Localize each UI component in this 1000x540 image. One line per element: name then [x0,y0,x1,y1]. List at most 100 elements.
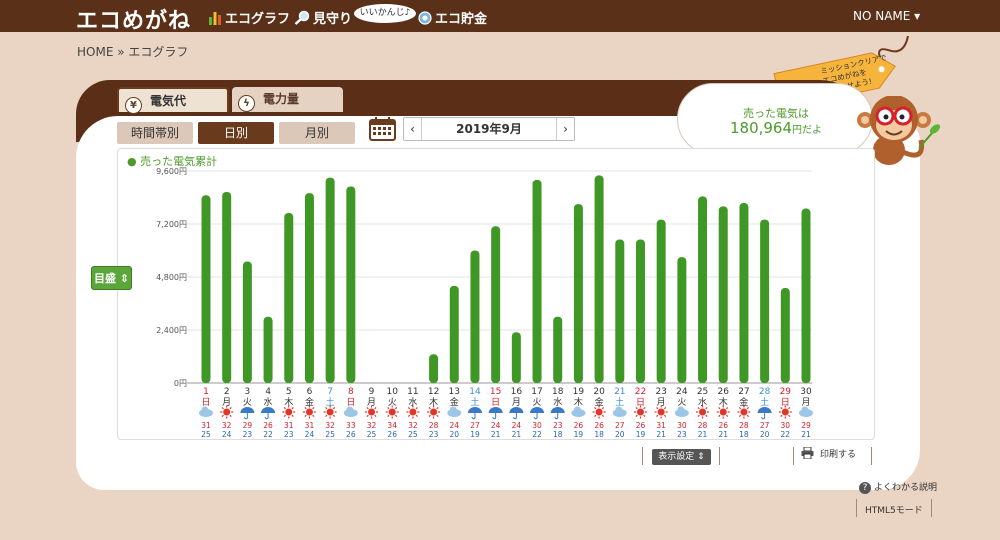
umbrella-handle-icon [554,413,559,420]
display-settings-button[interactable]: 表示設定 ⇕ [652,449,711,465]
nav-mimamori[interactable]: 見守り [294,8,352,27]
umbrella-handle-icon [533,413,538,420]
next-month-button[interactable]: › [556,118,574,140]
chart-bar [573,204,583,383]
print-button[interactable]: 印刷する [801,446,856,460]
high-temp-label: 30 [532,421,542,430]
question-icon: ? [859,482,871,494]
high-temp-label: 29 [801,421,811,430]
chart-bar [242,261,252,383]
sunny-icon [595,408,603,416]
x-day-label: 19 [573,387,585,397]
subtab-daily[interactable]: 日別 [198,122,274,144]
help-link[interactable]: ? よくわかる説明 [859,480,937,494]
chart-bar [801,208,811,383]
sold-electricity-value: 180,964 [729,119,793,137]
high-temp-label: 28 [739,421,749,430]
html5-mode-link[interactable]: HTML5モード [865,503,923,516]
chart-bar [304,193,314,383]
sold-electricity-bubble: 売った電気は 180,964円だよ [677,83,873,155]
sunny-icon [305,408,313,416]
x-day-label: 30 [800,387,812,397]
chart-bar [718,206,728,383]
chart-bar [325,177,335,383]
sun-ray-icon [229,414,232,418]
x-weekday-label: 月 [801,397,810,408]
subtab-hourly[interactable]: 時間帯別 [117,122,193,144]
low-temp-label: 26 [346,430,356,439]
x-weekday-label: 火 [677,397,686,408]
chart-bar [635,239,645,383]
sun-ray-icon [387,414,390,418]
sun-ray-icon [635,414,638,418]
x-day-label: 3 [245,387,251,397]
sunny-icon [699,408,707,416]
sunny-icon [409,408,417,416]
chart-bar [698,196,708,383]
toolbar-divider [642,447,643,465]
x-day-label: 11 [407,387,418,397]
cloud-puff-icon [573,406,581,414]
x-weekday-label: 火 [533,397,542,408]
sun-ray-icon [332,414,336,418]
breadcrumb[interactable]: HOME » エコグラフ [77,43,188,60]
tab-electricity-cost[interactable]: ¥ 電気代 [117,87,229,114]
chart-bar [532,179,542,383]
x-day-label: 18 [552,387,564,397]
low-temp-label: 22 [263,430,273,439]
low-temp-label: 21 [698,430,708,439]
toolbar-divider [719,447,720,465]
chart-bar [201,195,211,383]
x-weekday-label: 土 [470,396,479,408]
toolbar-divider [793,447,794,465]
low-temp-label: 20 [615,430,625,439]
top-nav-bar: エコめがね エコグラフ 見守り いいかんじ♪ エコ貯金 NO NAME ▾ [0,0,1000,35]
low-temp-label: 25 [408,430,418,439]
scale-toggle-button[interactable]: 目盛 ⇕ [91,266,132,290]
bar-chart-icon [209,12,221,25]
chart-bar [222,191,232,383]
nav-mimamori-label: 見守り [313,12,353,27]
sun-ray-icon [283,414,287,418]
cloud-puff-icon [201,406,209,414]
footer-divider [931,499,932,517]
x-day-label: 1 [203,387,209,397]
calendar-icon[interactable] [369,117,396,141]
chart-bar [760,219,770,383]
tab-electricity-amount[interactable]: ϟ 電力量 [232,87,343,112]
app-logo[interactable]: エコめがね [76,3,191,35]
high-temp-label: 23 [553,421,563,430]
x-day-label: 6 [307,387,313,397]
nav-eco-savings[interactable]: エコ貯金 [418,8,487,27]
yen-icon: ¥ [125,97,142,114]
high-temp-label: 31 [305,421,315,430]
nav-eco-graph[interactable]: エコグラフ [208,8,290,27]
chart-bar [656,219,666,383]
high-temp-label: 24 [491,421,501,430]
sun-ray-icon [312,414,315,418]
chart-bar [449,285,459,383]
x-day-label: 25 [697,387,708,397]
daily-bar-chart: 0円2,400円4,800円7,200円9,600円1日31252月32243火… [156,167,813,439]
x-weekday-label: 日 [491,397,500,408]
cloud-puff-icon [615,406,623,414]
sun-ray-icon [746,414,749,418]
low-temp-label: 26 [387,430,397,439]
sun-ray-icon [221,414,224,418]
high-temp-label: 32 [367,421,377,430]
high-temp-label: 34 [387,421,397,430]
chart-bar [677,257,687,383]
low-temp-label: 20 [760,430,770,439]
x-day-label: 24 [676,387,688,397]
date-navigator: ‹ 2019年9月 › [403,117,575,141]
low-temp-label: 23 [243,430,253,439]
low-temp-label: 24 [305,430,315,439]
sunny-icon [636,408,644,416]
user-menu[interactable]: NO NAME ▾ [853,9,920,23]
prev-month-button[interactable]: ‹ [404,118,422,140]
subtab-monthly[interactable]: 月別 [279,122,355,144]
x-day-label: 22 [635,387,646,397]
low-temp-label: 21 [512,430,522,439]
sunny-icon [368,408,376,416]
x-weekday-label: 日 [346,397,355,408]
